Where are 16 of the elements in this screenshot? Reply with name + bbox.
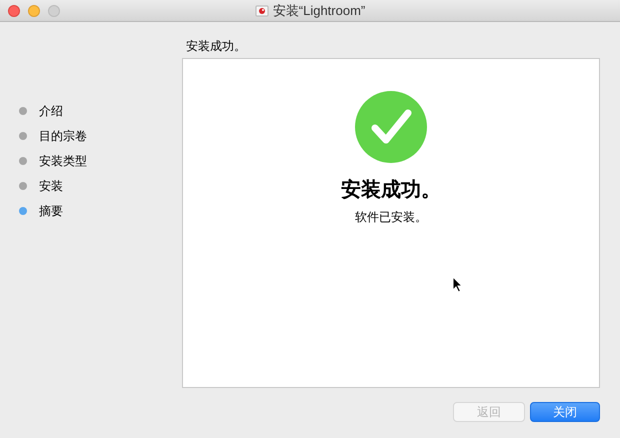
checkmark-icon: [355, 91, 427, 163]
close-icon[interactable]: [8, 4, 20, 16]
cursor-icon: [452, 276, 463, 293]
success-title: 安装成功。: [341, 178, 441, 203]
window-title: 安装“Lightroom”: [272, 2, 366, 20]
zoom-icon[interactable]: [48, 4, 60, 16]
step-label: 摘要: [39, 202, 63, 220]
step-label: 目的宗卷: [39, 128, 87, 144]
package-icon: [254, 4, 269, 18]
step-label: 安装类型: [39, 152, 87, 170]
close-button[interactable]: 关闭: [530, 402, 600, 422]
status-heading: 安装成功。: [185, 38, 247, 55]
step-label: 安装: [39, 178, 63, 194]
step-label: 介绍: [39, 102, 63, 120]
success-message: 软件已安装。: [355, 209, 427, 226]
minimize-icon[interactable]: [28, 4, 40, 16]
